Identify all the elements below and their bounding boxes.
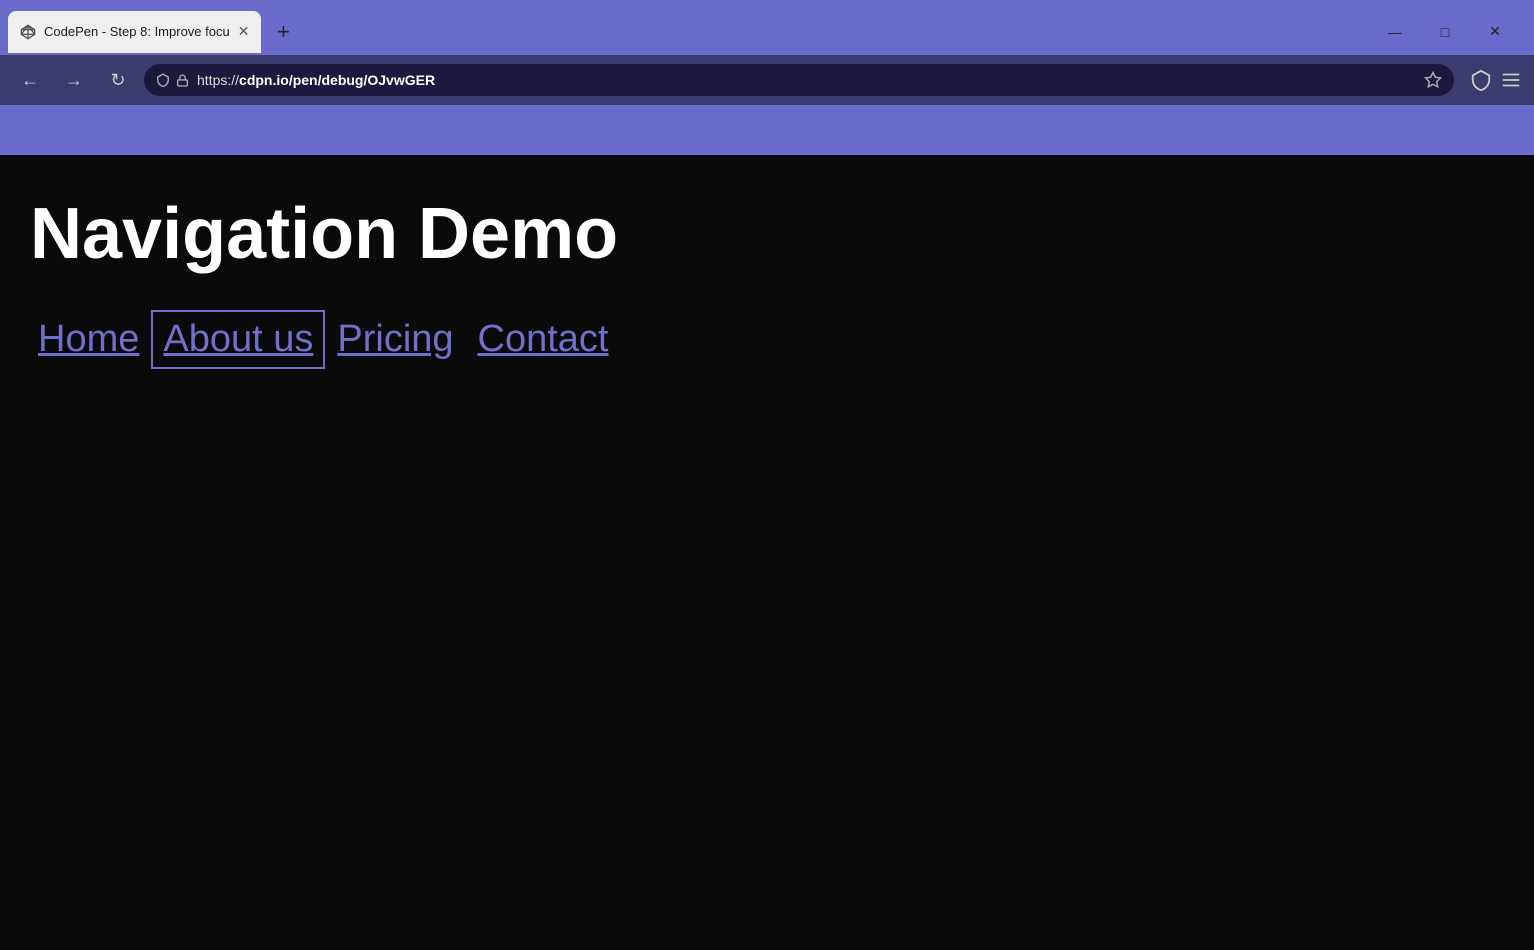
browser-tab[interactable]: CodePen - Step 8: Improve focu ✕ [8,11,261,53]
navigation-links: Home About us Pricing Contact [30,314,1504,365]
nav-link-contact[interactable]: Contact [470,314,617,365]
address-icons [156,73,189,87]
address-path: /pen/debug/OJvwGER [289,72,435,88]
navigation-bar: ← → ↻ https://cdpn.io/pen/debug/OJvwGER [0,55,1534,105]
forward-button[interactable]: → [56,62,92,98]
window-controls: — □ ✕ [1372,16,1526,48]
shield-icon [156,73,170,87]
menu-icon[interactable] [1500,69,1522,91]
page-title: Navigation Demo [30,195,1504,274]
browser-chrome: CodePen - Step 8: Improve focu ✕ + — □ ✕… [0,0,1534,155]
minimize-button[interactable]: — [1372,16,1418,48]
nav-link-about[interactable]: About us [155,314,321,365]
new-tab-button[interactable]: + [265,14,301,50]
refresh-button[interactable]: ↻ [100,62,136,98]
nav-link-home[interactable]: Home [30,314,147,365]
star-icon[interactable] [1424,71,1442,89]
maximize-button[interactable]: □ [1422,16,1468,48]
tab-close-icon[interactable]: ✕ [238,23,250,40]
tab-bar: CodePen - Step 8: Improve focu ✕ + — □ ✕ [0,0,1534,55]
close-button[interactable]: ✕ [1472,16,1518,48]
lock-icon [176,74,189,87]
nav-link-pricing[interactable]: Pricing [329,314,461,365]
back-button[interactable]: ← [12,62,48,98]
address-domain: cdpn.io [239,72,289,88]
address-bar[interactable]: https://cdpn.io/pen/debug/OJvwGER [144,64,1454,96]
nav-right-icons [1470,69,1522,91]
pocket-icon[interactable] [1470,69,1492,91]
tab-title: CodePen - Step 8: Improve focu [44,24,230,39]
address-text: https://cdpn.io/pen/debug/OJvwGER [197,72,1416,88]
page-content: Navigation Demo Home About us Pricing Co… [0,155,1534,950]
codepen-favicon [20,24,36,40]
